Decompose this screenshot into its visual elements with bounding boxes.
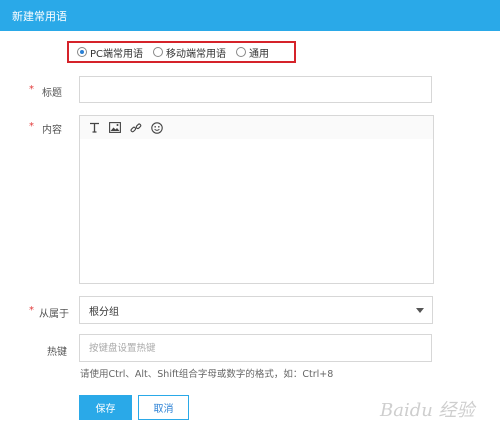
radio-pc[interactable]: PC端常用语	[77, 45, 143, 60]
dialog-title-bar: 新建常用语	[0, 0, 500, 31]
hotkey-label: 热键	[47, 347, 67, 358]
content-editor[interactable]	[79, 139, 434, 284]
radio-general-circle[interactable]	[236, 47, 247, 57]
group-required-mark: *	[29, 305, 34, 316]
link-icon[interactable]	[130, 122, 142, 134]
editor-toolbar	[79, 115, 434, 140]
title-label: 标题	[42, 88, 62, 99]
cancel-button[interactable]: 取消	[138, 395, 189, 420]
image-icon[interactable]	[109, 122, 121, 134]
radio-mobile[interactable]: 移动端常用语	[153, 45, 226, 60]
group-select[interactable]: 根分组	[79, 296, 433, 324]
radio-general[interactable]: 通用	[236, 45, 269, 60]
radio-pc-circle[interactable]	[77, 47, 87, 57]
radio-mobile-label: 移动端常用语	[166, 48, 227, 60]
content-required-mark: *	[29, 121, 34, 132]
scope-radio-group: PC端常用语 移动端常用语 通用	[67, 41, 296, 63]
title-input[interactable]	[79, 76, 432, 103]
radio-pc-label: PC端常用语	[90, 48, 144, 60]
group-label: 从属于	[39, 309, 69, 320]
hotkey-hint: 请使用Ctrl、Alt、Shift组合字母或数字的格式，如：Ctrl+8	[80, 369, 334, 380]
save-button[interactable]: 保存	[79, 395, 132, 420]
dialog-title: 新建常用语	[12, 9, 67, 23]
text-format-icon[interactable]	[88, 122, 100, 134]
title-required-mark: *	[29, 84, 34, 95]
emoji-icon[interactable]	[151, 121, 163, 134]
content-label: 内容	[42, 125, 62, 136]
group-select-value: 根分组	[89, 306, 119, 318]
radio-mobile-circle[interactable]	[153, 47, 164, 57]
chevron-down-icon[interactable]	[416, 308, 424, 313]
hotkey-input[interactable]	[79, 334, 432, 362]
baidu-watermark: Baidu 经验	[380, 400, 475, 421]
radio-general-label: 通用	[249, 48, 270, 60]
